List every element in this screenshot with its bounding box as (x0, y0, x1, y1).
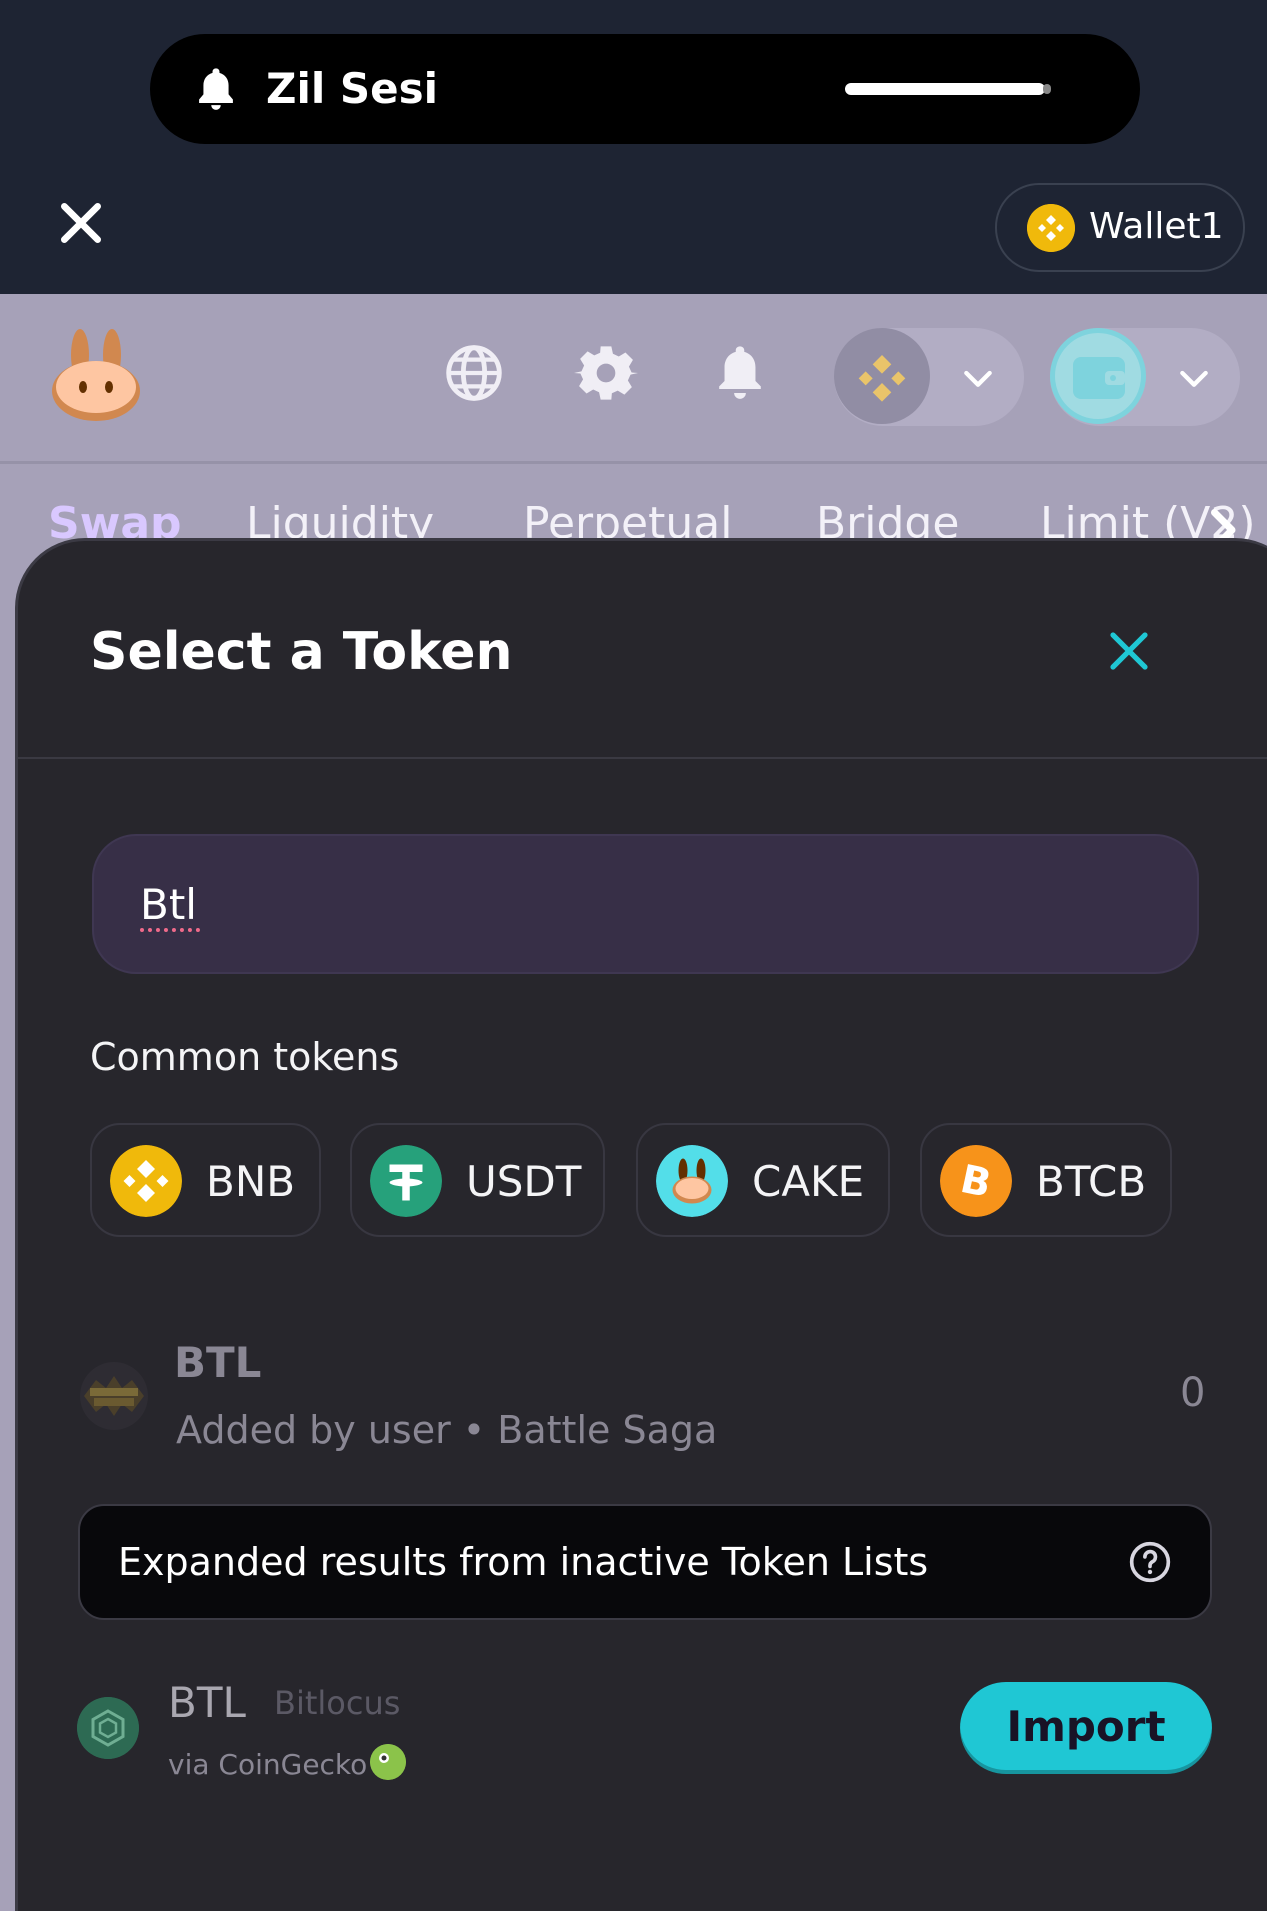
screen: { "status_call": { "title": "Zil Sesi" }… (0, 0, 1267, 1911)
chevron-down-icon (964, 370, 992, 387)
close-icon[interactable] (1105, 627, 1153, 675)
bnb-icon (110, 1145, 182, 1217)
chevron-down-icon (1180, 370, 1208, 387)
token-balance: 0 (1180, 1370, 1206, 1416)
network-icon-circle (834, 328, 930, 424)
chip-label: BTCB (1036, 1157, 1147, 1206)
import-button[interactable]: Import (960, 1682, 1212, 1774)
inactive-token-symbol: BTL (168, 1678, 246, 1727)
common-token-btcb[interactable]: B BTCB (920, 1123, 1172, 1237)
expanded-results-label: Expanded results from inactive Token Lis… (118, 1540, 929, 1584)
token-subtitle: Added by user • Battle Saga (176, 1408, 718, 1452)
wallet-switch-button[interactable]: Wallet1 (995, 183, 1245, 272)
cake-icon (656, 1145, 728, 1217)
common-tokens-label: Common tokens (90, 1035, 400, 1079)
import-button-label: Import (1006, 1702, 1166, 1751)
spellcheck-underline (140, 928, 200, 932)
bitlocus-logo-icon (77, 1697, 139, 1759)
question-mark-icon[interactable] (1128, 1540, 1172, 1584)
call-progress-bar (845, 83, 1045, 95)
token-search-input[interactable] (92, 834, 1199, 974)
chip-label: BNB (206, 1157, 296, 1206)
common-token-cake[interactable]: CAKE (636, 1123, 890, 1237)
common-token-bnb[interactable]: BNB (90, 1123, 321, 1237)
wallet-icon-circle (1050, 328, 1146, 424)
gear-icon[interactable] (574, 341, 638, 405)
notification-bell-icon[interactable] (708, 341, 772, 405)
bell-icon (199, 68, 233, 110)
token-symbol[interactable]: BTL (174, 1338, 261, 1387)
bnb-chain-icon (858, 355, 906, 402)
common-token-usdt[interactable]: USDT (350, 1123, 605, 1237)
pancakeswap-logo-icon[interactable] (50, 325, 142, 423)
globe-icon[interactable] (442, 341, 506, 405)
modal-title: Select a Token (90, 622, 513, 682)
chip-label: USDT (466, 1157, 582, 1206)
battle-saga-logo-icon (80, 1362, 148, 1430)
wallet-label: Wallet1 (1089, 206, 1224, 247)
call-status-pill[interactable]: Zil Sesi (150, 34, 1140, 144)
call-progress-end (1043, 84, 1051, 94)
wallet-menu-button[interactable] (1050, 328, 1240, 426)
inactive-token-name: Bitlocus (274, 1684, 401, 1722)
inactive-token-source: via CoinGecko (168, 1748, 368, 1781)
btcb-icon: B (940, 1145, 1012, 1217)
close-icon[interactable] (56, 198, 106, 248)
chip-label: CAKE (752, 1157, 865, 1206)
token-search-value[interactable]: Btl (140, 880, 197, 929)
modal-divider (18, 757, 1267, 759)
wallet-icon (1073, 357, 1125, 399)
usdt-icon (370, 1145, 442, 1217)
bnb-icon (1027, 204, 1075, 252)
network-selector-button[interactable] (834, 328, 1024, 426)
coingecko-icon (370, 1744, 406, 1780)
call-title: Zil Sesi (266, 64, 438, 113)
